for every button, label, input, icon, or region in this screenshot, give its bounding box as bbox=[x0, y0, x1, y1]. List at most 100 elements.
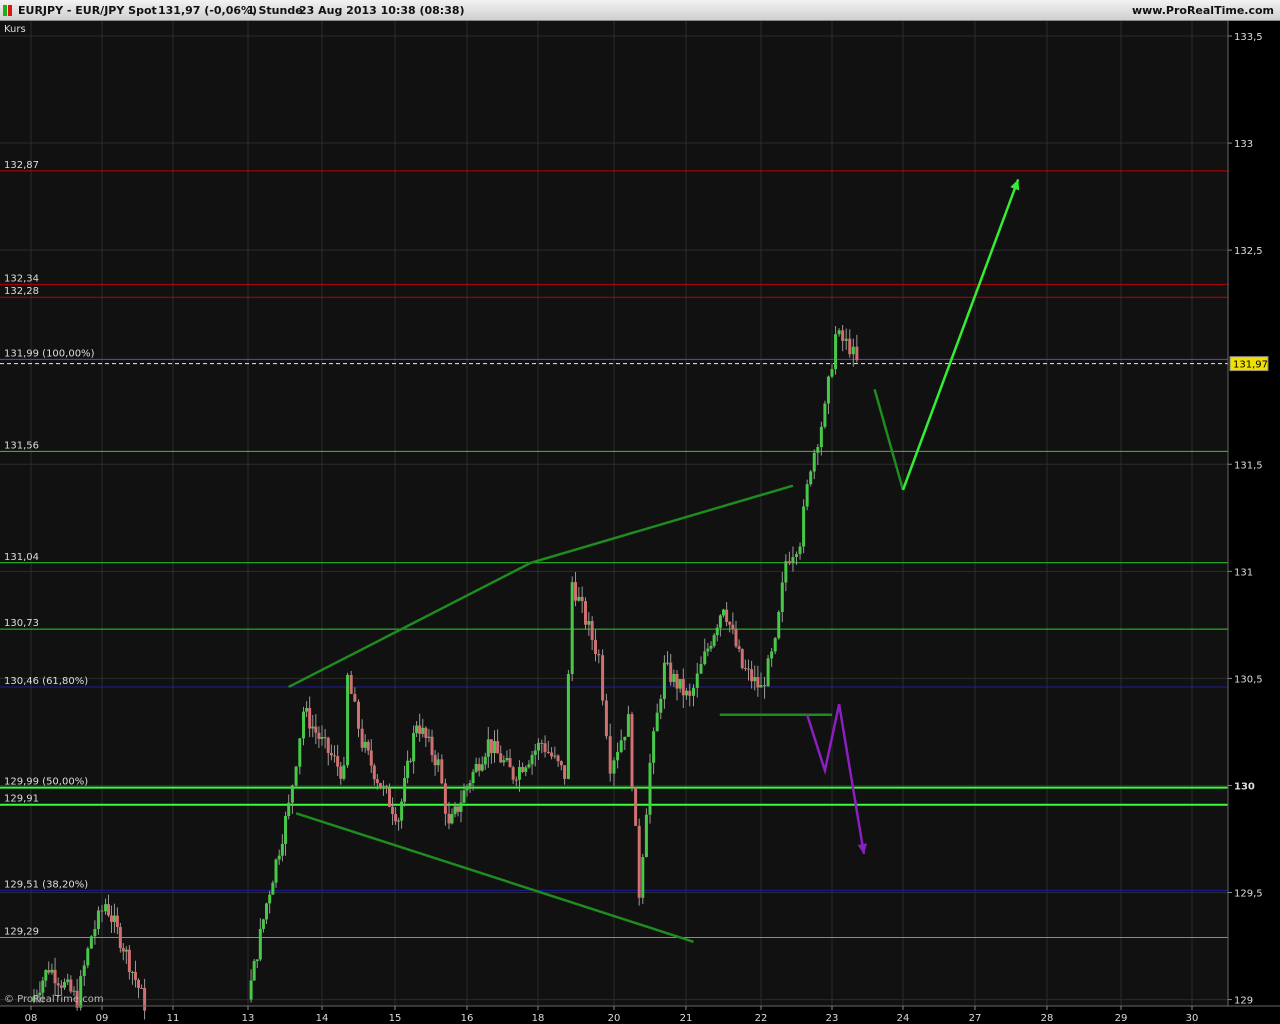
candle-body bbox=[127, 949, 131, 973]
candle-body bbox=[265, 903, 268, 920]
candle-body bbox=[722, 609, 725, 616]
candle-body bbox=[72, 990, 76, 992]
candle-body bbox=[104, 904, 108, 912]
candle-body bbox=[462, 790, 466, 803]
candle-body bbox=[688, 690, 692, 696]
current-price-label: 131,97 bbox=[1233, 360, 1268, 371]
x-tick-label: 30 bbox=[1186, 1013, 1199, 1024]
candle-body bbox=[137, 979, 141, 988]
candle-body bbox=[837, 330, 841, 335]
candle-body bbox=[109, 915, 113, 922]
candle-body bbox=[795, 554, 798, 557]
candle-body bbox=[427, 736, 431, 738]
candle-body bbox=[763, 685, 767, 687]
candle-body bbox=[459, 802, 463, 812]
y-tick-label: 133,5 bbox=[1234, 32, 1263, 43]
x-tick-label: 08 bbox=[25, 1013, 38, 1024]
candle-body bbox=[82, 965, 86, 977]
chart-title: Kurs bbox=[4, 24, 26, 35]
candle-body bbox=[63, 981, 67, 988]
candle-body bbox=[608, 736, 612, 774]
level-label: 131,04 bbox=[4, 552, 39, 563]
candle-body bbox=[648, 762, 652, 815]
candle-body bbox=[252, 961, 256, 981]
candle-body bbox=[787, 561, 791, 564]
candle-body bbox=[394, 814, 398, 822]
candle-body bbox=[400, 801, 404, 821]
candle-body bbox=[703, 651, 707, 665]
candle-body bbox=[706, 648, 710, 652]
price-chart[interactable]: 132,87 132,34 132,28 131,99 (100,00%) 131,56… bbox=[0, 21, 1280, 1024]
candle-body bbox=[118, 927, 122, 949]
candle-body bbox=[496, 741, 500, 754]
candle-body bbox=[433, 754, 437, 766]
candle-body bbox=[597, 653, 601, 656]
candle-body bbox=[725, 609, 729, 622]
candle-body bbox=[412, 732, 416, 762]
y-tick-label: 132,5 bbox=[1234, 246, 1263, 257]
level-label: 130,46 (61,80%) bbox=[4, 676, 88, 687]
candle-body bbox=[517, 766, 521, 780]
candle-body bbox=[805, 484, 809, 507]
candle-body bbox=[447, 813, 451, 824]
candle-body bbox=[56, 983, 60, 986]
candle-body bbox=[302, 711, 305, 739]
candle-body bbox=[780, 582, 784, 612]
candle-body bbox=[533, 750, 537, 756]
candle-body bbox=[527, 764, 531, 768]
candle-body bbox=[421, 727, 425, 734]
candle-body bbox=[311, 726, 315, 729]
candle-body bbox=[381, 786, 385, 789]
candle-body bbox=[329, 752, 333, 756]
candle-body bbox=[133, 971, 137, 980]
candle-body bbox=[524, 767, 528, 772]
candle-body bbox=[317, 732, 321, 739]
x-tick-label: 18 bbox=[532, 1013, 545, 1024]
candle-body bbox=[287, 802, 291, 817]
candle-body bbox=[587, 621, 591, 625]
candle-body bbox=[616, 751, 620, 761]
candle-body bbox=[684, 690, 688, 696]
instrument-name: EURJPY - EUR/JPY Spot bbox=[18, 4, 157, 17]
x-tick-label: 13 bbox=[242, 1013, 255, 1024]
level-label: 129,51 (38,20%) bbox=[4, 879, 88, 890]
candle-body bbox=[453, 806, 457, 815]
candle-body bbox=[261, 919, 265, 929]
candle-body bbox=[712, 635, 716, 646]
candle-body bbox=[440, 759, 444, 784]
candle-body bbox=[681, 679, 685, 696]
candle-body bbox=[66, 979, 70, 982]
x-tick-label: 24 bbox=[897, 1013, 910, 1024]
candle-body bbox=[280, 843, 284, 856]
candle-body bbox=[759, 685, 763, 688]
candle-body bbox=[93, 928, 97, 937]
candle-body bbox=[86, 948, 90, 966]
candle-body bbox=[465, 786, 469, 791]
candle-body bbox=[543, 743, 547, 752]
candle-body bbox=[747, 668, 750, 670]
watermark: © ProRealTime.com bbox=[4, 994, 104, 1005]
quote-change: 131,97 (-0,06%) bbox=[158, 4, 258, 17]
candle-body bbox=[502, 760, 506, 763]
candle-body bbox=[89, 936, 93, 949]
candle-body bbox=[669, 662, 673, 682]
candle-body bbox=[284, 816, 288, 844]
candle-body bbox=[604, 700, 608, 737]
candle-body bbox=[271, 882, 275, 895]
x-tick-label: 20 bbox=[608, 1013, 621, 1024]
y-tick-label: 131,5 bbox=[1234, 460, 1263, 471]
candle-body bbox=[363, 741, 367, 748]
candle-body bbox=[96, 910, 100, 929]
candle-body bbox=[124, 949, 128, 952]
candle-body bbox=[450, 814, 454, 824]
candle-body bbox=[652, 731, 656, 763]
y-tick-label: 133 bbox=[1234, 139, 1253, 150]
y-tick-label: 130,5 bbox=[1234, 674, 1263, 685]
candle-body bbox=[320, 737, 324, 739]
x-axis: 08 09 11 13 14 15 16 18 20 21 22 23 24 27 28 29 30 bbox=[0, 1005, 1280, 1024]
candle-body bbox=[456, 806, 460, 812]
candle-body bbox=[566, 674, 570, 779]
x-tick-label: 15 bbox=[389, 1013, 402, 1024]
candle-body bbox=[397, 820, 401, 822]
x-tick-label: 14 bbox=[316, 1013, 329, 1024]
